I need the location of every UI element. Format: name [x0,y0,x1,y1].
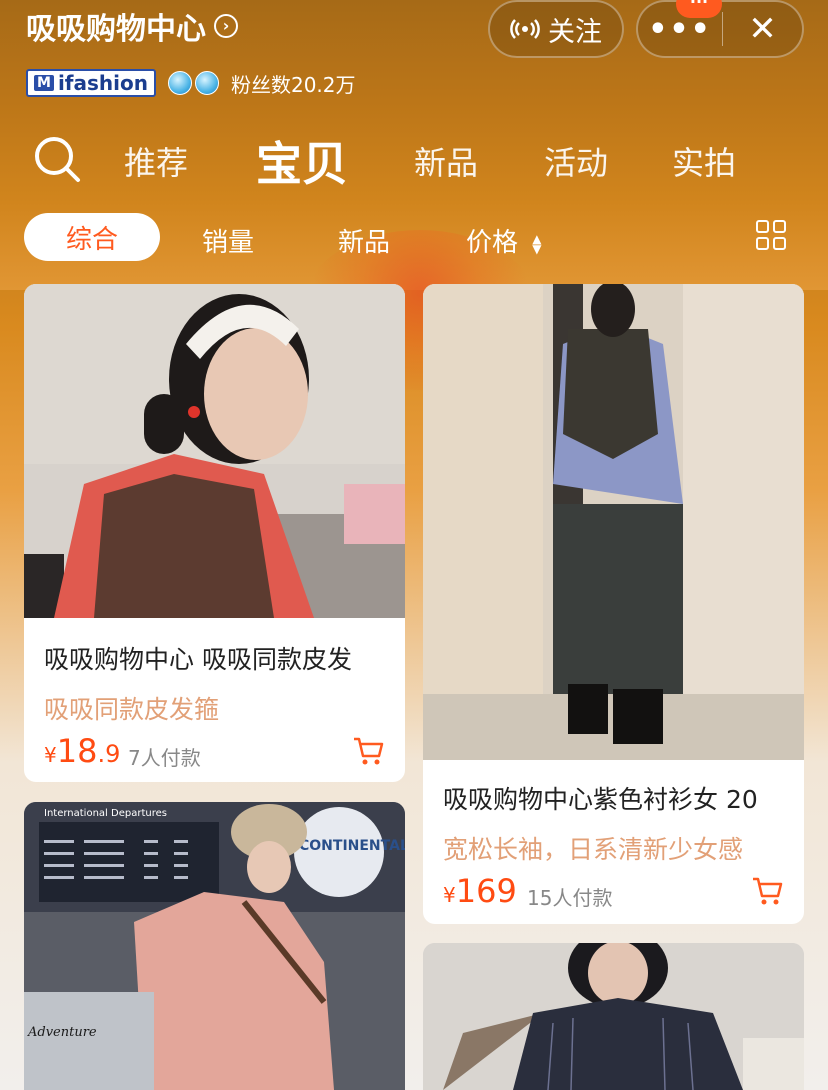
follow-label: 关注 [548,16,602,48]
price-currency: ¥ [443,883,456,907]
product-card[interactable] [423,943,804,1090]
shop-name: 吸吸购物中心 [26,12,206,47]
follow-button[interactable]: 关注 [488,0,624,58]
product-card[interactable]: International Departures CONTINENTAL Adv… [24,802,405,1090]
tab-items[interactable]: 宝贝 [256,128,348,194]
filter-comprehensive[interactable]: 综合 [24,213,160,261]
adventure-sign: Adventure [27,1025,97,1040]
product-title: 吸吸购物中心紫色衬衫女 20 [443,785,758,814]
ifashion-label: ifashion [57,71,148,95]
product-image[interactable] [423,943,804,1090]
tab-new[interactable]: 新品 [414,138,478,184]
cart-icon[interactable] [751,876,783,906]
grid-view-icon[interactable] [756,220,788,252]
crown-icon [167,71,192,95]
price-integer: 18 [56,732,98,770]
ifashion-badge: M ifashion [26,69,156,97]
sold-count: 15人付款 [527,886,613,910]
notification-badge: ··· [676,0,722,18]
ifashion-logo-icon: M [34,75,54,91]
price-decimal: .9 [97,740,121,768]
price-currency: ¥ [44,743,57,767]
cart-icon[interactable] [352,736,384,766]
live-broadcast-icon [510,19,540,39]
nav-tabs: 推荐 宝贝 新品 活动 实拍 [0,120,828,200]
fans-count: 粉丝数20.2万 [230,72,356,97]
continental-sign: CONTINENTAL [299,838,405,854]
filter-price-label: 价格 [466,228,519,258]
product-card[interactable]: 吸吸购物中心紫色衬衫女 20 宽松长袖，日系清新少女感 ¥ 169 15人付款 [423,284,804,924]
product-price: ¥ 18 .9 [44,732,120,770]
filter-sales[interactable]: 销量 [202,222,254,259]
product-price: ¥ 169 [443,872,517,910]
price-integer: 169 [455,872,517,910]
product-card[interactable]: 吸吸购物中心 吸吸同款皮发 吸吸同款皮发箍 ¥ 18 .9 7人付款 [24,284,405,782]
product-subtitle: 宽松长袖，日系清新少女感 [443,835,744,864]
shop-title[interactable]: 吸吸购物中心 › [26,6,238,47]
tab-events[interactable]: 活动 [544,138,608,184]
tab-recommend[interactable]: 推荐 [124,138,188,184]
departures-sign: International Departures [44,808,167,819]
shop-level-crowns [167,71,219,95]
filter-price[interactable]: 价格 ▲ ▼ [466,222,542,259]
crown-icon [194,71,219,95]
chevron-right-icon[interactable]: › [214,14,238,38]
product-subtitle: 吸吸同款皮发箍 [44,695,220,724]
product-image[interactable] [423,284,804,760]
sold-count: 7人付款 [128,746,201,770]
tab-real-shots[interactable]: 实拍 [672,138,736,184]
product-image[interactable]: International Departures CONTINENTAL Adv… [24,802,405,1090]
product-image[interactable] [24,284,405,618]
close-button[interactable]: ✕ [723,9,802,49]
shop-info-row: M ifashion 粉丝数20.2万 [26,66,356,100]
filter-bar: 综合 销量 新品 价格 ▲ ▼ [0,208,828,268]
search-icon[interactable] [32,134,82,184]
product-title: 吸吸购物中心 吸吸同款皮发 [44,645,352,674]
filter-new[interactable]: 新品 [338,222,390,259]
sort-arrows-icon: ▲ ▼ [532,231,542,256]
